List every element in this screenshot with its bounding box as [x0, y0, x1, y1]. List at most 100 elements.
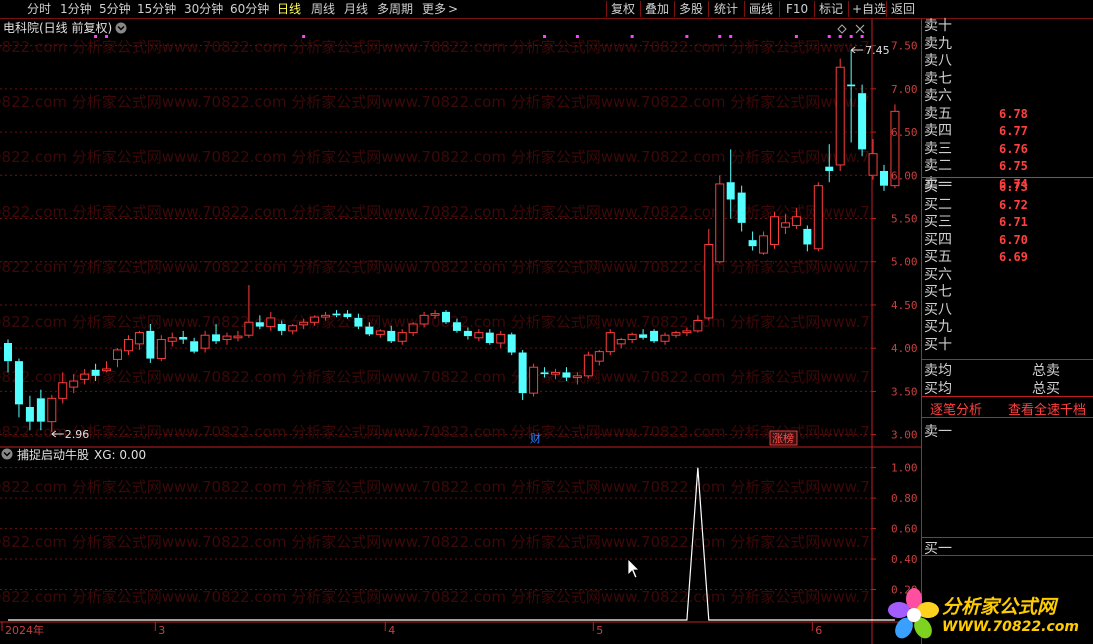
bid-level-row[interactable]: 买九 — [924, 319, 1084, 336]
candle-body — [233, 335, 243, 339]
candle-body — [463, 330, 472, 337]
candle — [200, 330, 210, 353]
ask-level-row[interactable]: 卖三 6.76 — [924, 141, 1084, 158]
bid-level-row[interactable]: 买七 — [924, 284, 1084, 301]
order-level-label: 卖二 — [924, 158, 952, 174]
main-panel-title: 电科院(日线 前复权) — [3, 20, 112, 35]
chevron-down-circle-icon[interactable] — [115, 22, 127, 34]
bid-level-row[interactable]: 买五 6.69 — [924, 249, 1084, 266]
indicator-axis: 0.200.400.600.801.00 — [872, 462, 918, 597]
stats-button[interactable]: 统计 — [714, 0, 738, 18]
indicator-tick-label: 0.40 — [891, 553, 918, 566]
signal-dot — [94, 35, 98, 38]
price-tick-label: 6.00 — [891, 169, 918, 182]
bid-level-row[interactable]: 买十 — [924, 337, 1084, 354]
candle-body — [572, 375, 582, 379]
tick-analysis-link[interactable]: 逐笔分析 — [930, 399, 982, 418]
order-level-label: 卖五 — [924, 105, 952, 122]
period-tab-more[interactable]: 更多 — [422, 0, 446, 18]
ask-level-row[interactable]: 卖二 6.75 — [924, 158, 1084, 175]
indicator-value: XG: 0.00 — [94, 448, 146, 462]
signal-dot — [860, 35, 864, 38]
candle — [167, 332, 177, 347]
candle-body — [791, 216, 801, 226]
candle — [660, 332, 670, 345]
price-tick-label: 6.50 — [891, 126, 918, 139]
multi-stock-button[interactable]: 多股 — [679, 0, 703, 18]
ask-level-row[interactable]: 卖六 — [924, 88, 1084, 105]
toolbar-separator — [606, 1, 607, 17]
order-level-label: 卖八 — [924, 53, 952, 69]
toolbar-separator — [848, 1, 849, 17]
adjust-button[interactable]: 复权 — [611, 0, 635, 18]
candle-body — [770, 216, 779, 245]
f10-button[interactable]: F10 — [786, 0, 808, 18]
high-price-label: 7.45 — [865, 44, 890, 57]
ask-level-row[interactable]: 卖十 — [924, 18, 1084, 35]
period-tab-15min[interactable]: 15分钟 — [137, 0, 176, 18]
ask-level-row[interactable]: 卖九 — [924, 36, 1084, 53]
bid-level-row[interactable]: 买四 6.70 — [924, 232, 1084, 249]
order-level-label: 卖七 — [924, 70, 952, 87]
price-tick-label: 7.50 — [891, 40, 918, 53]
candle-body — [58, 382, 68, 399]
ask-level-row[interactable]: 卖四 6.77 — [924, 123, 1084, 140]
candle — [759, 231, 769, 255]
candle-body — [759, 235, 769, 254]
period-tab-timeshare[interactable]: 分时 — [27, 0, 51, 18]
add-watchlist-button[interactable]: +自选 — [852, 0, 886, 18]
chevron-down-circle-icon[interactable] — [1, 448, 13, 460]
overlay-button[interactable]: 叠加 — [645, 0, 669, 18]
order-level-label: 卖九 — [924, 35, 952, 52]
period-tab-1min[interactable]: 1分钟 — [60, 0, 92, 18]
period-tab-monthly[interactable]: 月线 — [344, 0, 368, 18]
signal-dot — [543, 35, 547, 38]
order-level-price: 6.78 — [999, 106, 1028, 121]
candle — [880, 164, 888, 191]
toolbar-separator — [708, 1, 709, 17]
logo-url: WWW.70822.com — [942, 619, 1079, 635]
mark-button[interactable]: 标记 — [819, 0, 843, 18]
candle-body — [365, 326, 374, 335]
signal-dot — [630, 35, 634, 38]
candle-body — [650, 330, 659, 342]
period-tab-30min[interactable]: 30分钟 — [184, 0, 223, 18]
period-tab-60min[interactable]: 60分钟 — [230, 0, 269, 18]
back-button[interactable]: 返回 — [891, 0, 915, 18]
order-level-price: 6.72 — [999, 197, 1028, 212]
diamond-icon[interactable] — [837, 24, 847, 34]
event-tag-gainers[interactable]: 涨榜 — [769, 430, 798, 446]
order-level-label: 买四 — [924, 231, 952, 248]
candle-body — [485, 332, 494, 343]
bid-level-row[interactable]: 买一 6.73 — [924, 179, 1084, 196]
low-price-label: 2.96 — [65, 428, 90, 441]
bid-level-row[interactable]: 买二 6.72 — [924, 197, 1084, 214]
period-tab-weekly[interactable]: 周线 — [311, 0, 335, 18]
period-tab-5min[interactable]: 5分钟 — [99, 0, 131, 18]
bid-level-row[interactable]: 买三 6.71 — [924, 214, 1084, 231]
candle-body — [639, 334, 648, 338]
ask-level-row[interactable]: 卖八 — [924, 53, 1084, 70]
bid-level-row[interactable]: 买八 — [924, 302, 1084, 319]
period-tab-daily[interactable]: 日线 — [277, 0, 301, 18]
order-level-price: 6.73 — [999, 180, 1028, 194]
period-tab-multi[interactable]: 多周期 — [377, 0, 413, 18]
draw-line-button[interactable]: 画线 — [749, 0, 773, 18]
close-icon[interactable] — [855, 24, 865, 34]
candle-body — [616, 339, 626, 345]
candle — [583, 351, 593, 379]
candle-body — [605, 332, 615, 353]
order-level-label: 买一 — [924, 179, 952, 195]
candle — [397, 329, 407, 345]
candle-body — [442, 311, 450, 323]
candle-body — [397, 332, 407, 342]
candle-body — [25, 406, 34, 422]
more-arrow-icon[interactable]: > — [448, 0, 458, 18]
ask-level-row[interactable]: 卖五 6.78 — [924, 106, 1084, 123]
kline-chart[interactable]: 0822.com 分析家公式网www.70822.com 分析家公式网www.7… — [0, 19, 921, 644]
candle — [244, 285, 254, 338]
watermark-text: 0822.com 分析家公式网www.70822.com 分析家公式网www.7… — [0, 93, 870, 111]
bid-level-row[interactable]: 买六 — [924, 267, 1084, 284]
full-depth-link[interactable]: 查看全速千档 — [1008, 399, 1086, 418]
ask-level-row[interactable]: 卖七 — [924, 71, 1084, 88]
